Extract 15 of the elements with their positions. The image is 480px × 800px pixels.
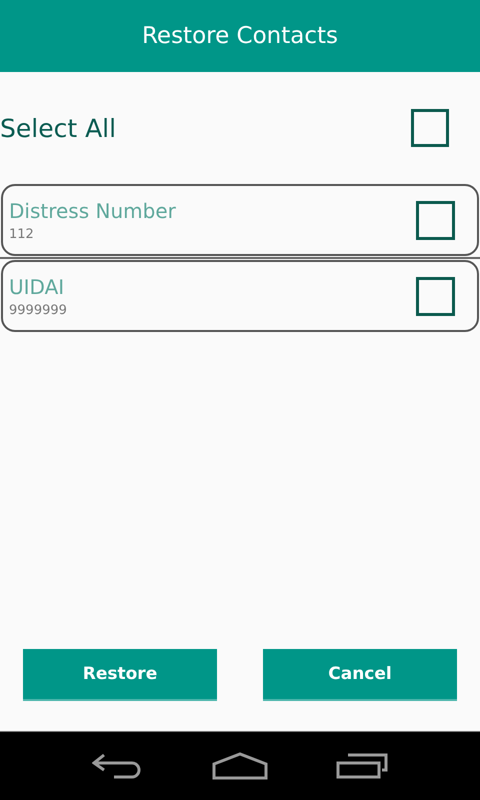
contact-number: 9999999 <box>9 302 67 318</box>
action-button[interactable]: Restore <box>23 649 217 701</box>
checkbox[interactable] <box>416 276 455 316</box>
contact-card[interactable]: UIDAI 9999999 <box>1 260 479 332</box>
checkbox[interactable] <box>411 109 449 147</box>
contact-card[interactable]: Distress Number 112 <box>1 184 479 256</box>
action-button[interactable]: Cancel <box>263 649 457 701</box>
contact-name: UIDAI <box>9 274 66 298</box>
screen-title: Restore Contacts <box>142 23 338 49</box>
checkbox[interactable] <box>416 200 455 240</box>
contact-name: Distress Number <box>9 198 176 222</box>
contact-number: 112 <box>9 226 35 242</box>
recent-apps-icon[interactable] <box>336 753 388 779</box>
select-all-label: Select All <box>0 114 116 142</box>
home-icon[interactable] <box>212 752 268 780</box>
